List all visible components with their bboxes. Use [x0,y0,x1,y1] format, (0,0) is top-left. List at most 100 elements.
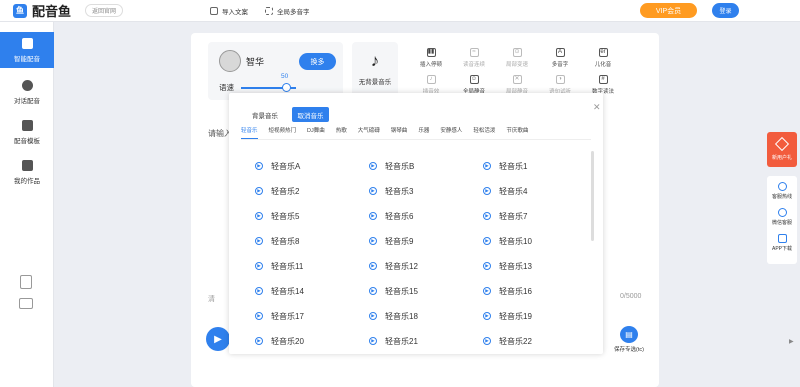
music-list-item[interactable]: ▶ 轻音乐8 [255,234,365,248]
voice-card[interactable]: 智华 换多 语速 50 [208,42,343,100]
music-list-item[interactable]: ▶ 轻音乐22 [483,334,590,348]
music-category-tab[interactable]: 安静感人 [440,125,462,139]
play-icon[interactable]: ▶ [369,312,377,320]
music-category-tab[interactable]: 节庆歌曲 [506,125,528,139]
tool-button[interactable]: A 多音字 [543,48,577,68]
music-list-item[interactable]: ▶ 轻音乐6 [369,209,479,223]
wechat-icon [777,208,787,217]
play-icon[interactable]: ▶ [255,212,263,220]
music-list-item[interactable]: ▶ 轻音乐A [255,159,365,173]
background-music-card[interactable]: ♪ 无背景音乐 [352,42,398,100]
music-category-tab[interactable]: 短视频热门 [269,125,297,139]
mobile-icon[interactable] [20,275,32,289]
hotline-button[interactable]: 客服热线 [767,182,797,200]
play-icon[interactable]: ▶ [255,237,263,245]
vip-button[interactable]: VIP会员 [640,3,697,18]
sidebar-item-label: 我的作品 [14,177,40,185]
clear-button[interactable]: 清 [208,294,215,304]
tool-button[interactable]: ♪ 插音效 [414,75,448,95]
music-list-item[interactable]: ▶ 轻音乐3 [369,184,479,198]
tool-icon: ▮▮ [426,48,436,57]
music-list-item[interactable]: ▶ 轻音乐21 [369,334,479,348]
music-list-item[interactable]: ▶ 轻音乐15 [369,284,479,298]
play-icon[interactable]: ▶ [369,287,377,295]
play-icon[interactable]: ▶ [255,287,263,295]
music-list-item[interactable]: ▶ 轻音乐1 [483,159,590,173]
play-icon[interactable]: ▶ [369,187,377,195]
music-list-item[interactable]: ▶ 轻音乐2 [255,184,365,198]
promo-badge[interactable]: 新用户礼 [767,132,797,167]
global-multitone-button[interactable]: 全局多音字 [265,6,310,16]
music-category-tab[interactable]: 钢琴曲 [391,125,408,139]
play-icon[interactable]: ▶ [483,287,491,295]
sidebar-item-smart-dubbing[interactable]: 智能配音 [0,32,54,68]
music-list-item[interactable]: ▶ 轻音乐5 [255,209,365,223]
tool-button[interactable]: ☺ 全局静音 [457,75,491,95]
music-list-item[interactable]: ▶ 轻音乐19 [483,309,590,323]
music-list-item[interactable]: ▶ 轻音乐11 [255,259,365,273]
sidebar-item-templates[interactable]: 配音模板 [0,114,54,150]
login-button[interactable]: 登录 [712,3,739,18]
scrollbar[interactable] [591,151,594,241]
close-icon[interactable]: ✕ [593,102,601,113]
play-icon[interactable]: ▶ [255,262,263,270]
play-icon[interactable]: ▶ [483,312,491,320]
desktop-icon[interactable] [19,298,33,309]
collapse-arrow-icon[interactable]: ▶ [789,338,794,345]
play-button[interactable]: ▶ [206,327,230,351]
sidebar-item-dialogue[interactable]: 对话配音 [0,74,54,110]
app-logo[interactable]: 鱼 配音鱼 [13,1,71,20]
music-list-item[interactable]: ▶ 轻音乐7 [483,209,590,223]
play-icon[interactable]: ▶ [483,237,491,245]
music-list-item[interactable]: ▶ 轻音乐17 [255,309,365,323]
save-button[interactable]: ▤ 保存专选(tc) [610,326,648,353]
play-icon[interactable]: ▶ [369,337,377,345]
play-icon[interactable]: ▶ [255,187,263,195]
music-category-tab[interactable]: 乐器 [418,125,429,139]
music-list-item[interactable]: ▶ 轻音乐10 [483,234,590,248]
tool-button[interactable]: # 数字读法 [586,75,620,95]
play-icon[interactable]: ▶ [369,237,377,245]
play-icon[interactable]: ▶ [369,162,377,170]
sidebar-item-my-works[interactable]: 我的作品 [0,154,54,190]
music-list-item[interactable]: ▶ 轻音乐12 [369,259,479,273]
music-list-item[interactable]: ▶ 轻音乐B [369,159,479,173]
tool-button[interactable]: ⊙ 局部变速 [500,48,534,68]
cancel-music-button[interactable]: 取消音乐 [292,107,329,122]
music-list-item[interactable]: ▶ 轻音乐13 [483,259,590,273]
tool-button[interactable]: ✕ 局部静音 [500,75,534,95]
play-icon[interactable]: ▶ [483,212,491,220]
tool-button[interactable]: ≈ 读音连续 [457,48,491,68]
music-category-tab[interactable]: 热歌 [336,125,347,139]
tool-button[interactable]: ▮▮ 插入停顿 [414,48,448,68]
music-list-item[interactable]: ▶ 轻音乐20 [255,334,365,348]
play-icon[interactable]: ▶ [483,162,491,170]
import-text-button[interactable]: 导入文案 [210,6,248,16]
music-list-item[interactable]: ▶ 轻音乐18 [369,309,479,323]
play-icon[interactable]: ▶ [255,337,263,345]
play-icon[interactable]: ▶ [483,187,491,195]
music-category-tab[interactable]: DJ舞曲 [307,125,325,139]
play-icon[interactable]: ▶ [369,212,377,220]
music-list-item[interactable]: ▶ 轻音乐9 [369,234,479,248]
music-list-item[interactable]: ▶ 轻音乐14 [255,284,365,298]
change-voice-button[interactable]: 换多 [299,53,336,70]
wechat-service-button[interactable]: 微信客服 [767,208,797,226]
music-list-item[interactable]: ▶ 轻音乐16 [483,284,590,298]
music-category-tab[interactable]: 轻音乐 [241,125,258,139]
tab-background-music[interactable]: 背景音乐 [243,107,287,122]
play-icon[interactable]: ▶ [483,337,491,345]
music-category-tab[interactable]: 轻松活泼 [473,125,495,139]
tool-button[interactable]: ◑ 语句试听 [543,75,577,95]
speed-value: 50 [281,73,289,80]
play-icon[interactable]: ▶ [255,312,263,320]
music-list-item[interactable]: ▶ 轻音乐4 [483,184,590,198]
speed-slider-handle[interactable] [282,83,291,92]
music-category-tab[interactable]: 大气磅礴 [358,125,380,139]
play-icon[interactable]: ▶ [255,162,263,170]
play-icon[interactable]: ▶ [483,262,491,270]
back-to-site-button[interactable]: 返回官网 [85,4,124,17]
app-download-button[interactable]: APP下载 [767,234,797,252]
play-icon[interactable]: ▶ [369,262,377,270]
tool-button[interactable]: ér 儿化音 [586,48,620,68]
